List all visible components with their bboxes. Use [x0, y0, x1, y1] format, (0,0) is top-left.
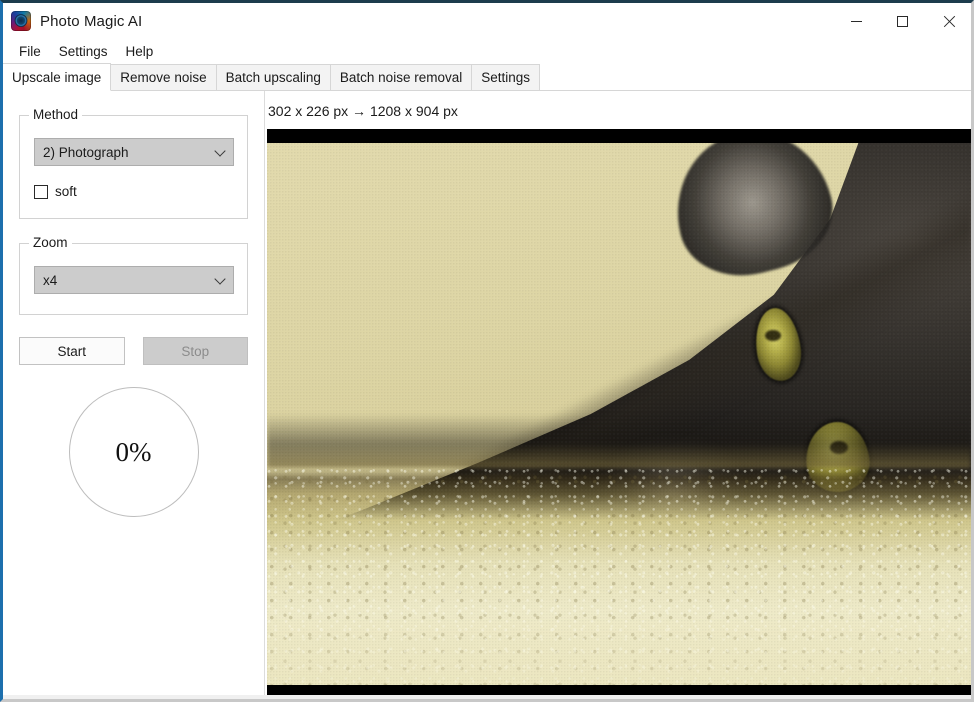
- zoom-select[interactable]: x4: [34, 266, 234, 294]
- content-area: Method 2) Photograph soft Zoom x4 Start …: [3, 91, 971, 699]
- soft-checkbox[interactable]: [34, 184, 48, 199]
- method-select-value: 2) Photograph: [43, 144, 129, 160]
- photo-carpet-shadow-edge: [267, 414, 971, 469]
- progress-ring: 0%: [68, 387, 199, 517]
- photo-cat-pupil-upper: [765, 329, 781, 341]
- minimize-icon: [850, 20, 862, 22]
- tab-upscale-image[interactable]: Upscale image: [3, 63, 112, 91]
- tab-batch-noise-removal[interactable]: Batch noise removal: [329, 64, 473, 91]
- method-group: Method 2) Photograph soft: [19, 107, 248, 219]
- close-icon: [942, 15, 955, 28]
- close-button[interactable]: [925, 3, 971, 39]
- image-preview-frame[interactable]: [267, 129, 971, 699]
- controls-panel: Method 2) Photograph soft Zoom x4 Start …: [3, 91, 265, 699]
- photo-carpet-foreground-blur: [267, 598, 971, 685]
- soft-checkbox-row[interactable]: soft: [34, 184, 233, 199]
- tab-bar: Upscale image Remove noise Batch upscali…: [3, 63, 971, 91]
- zoom-group: Zoom x4: [19, 235, 248, 315]
- menu-item-help[interactable]: Help: [117, 42, 163, 61]
- status-bar: [3, 695, 971, 699]
- tab-remove-noise[interactable]: Remove noise: [110, 64, 217, 91]
- chevron-down-icon: [214, 145, 226, 157]
- zoom-group-title: Zoom: [29, 235, 72, 250]
- maximize-icon: [896, 15, 908, 27]
- preview-panel: 302 x 226 px → 1208 x 904 px: [265, 91, 971, 699]
- method-group-title: Method: [29, 107, 83, 122]
- window-title: Photo Magic AI: [40, 12, 143, 30]
- tab-batch-upscaling[interactable]: Batch upscaling: [215, 64, 331, 91]
- window-controls: [833, 3, 971, 39]
- menu-bar: File Settings Help: [3, 39, 971, 63]
- maximize-button[interactable]: [879, 3, 925, 39]
- stop-button: Stop: [142, 337, 248, 365]
- method-select[interactable]: 2) Photograph: [34, 138, 234, 166]
- progress-percent-label: 0%: [115, 436, 152, 467]
- image-size-label: 302 x 226 px → 1208 x 904 px: [268, 103, 458, 119]
- start-button[interactable]: Start: [19, 337, 125, 365]
- menu-item-settings[interactable]: Settings: [50, 42, 117, 61]
- tab-settings[interactable]: Settings: [471, 64, 540, 91]
- title-bar: Photo Magic AI: [3, 3, 971, 39]
- progress-area: 0%: [3, 387, 264, 517]
- cat-photo-preview: [267, 143, 971, 685]
- chevron-down-icon: [214, 273, 226, 285]
- app-logo-icon: [11, 11, 31, 31]
- soft-checkbox-label: soft: [55, 184, 77, 199]
- minimize-button[interactable]: [833, 3, 879, 39]
- action-button-row: Start Stop: [19, 337, 248, 365]
- application-window: Photo Magic AI File Settings Help Upscal…: [0, 0, 974, 702]
- zoom-select-value: x4: [43, 272, 58, 288]
- menu-item-file[interactable]: File: [10, 42, 50, 61]
